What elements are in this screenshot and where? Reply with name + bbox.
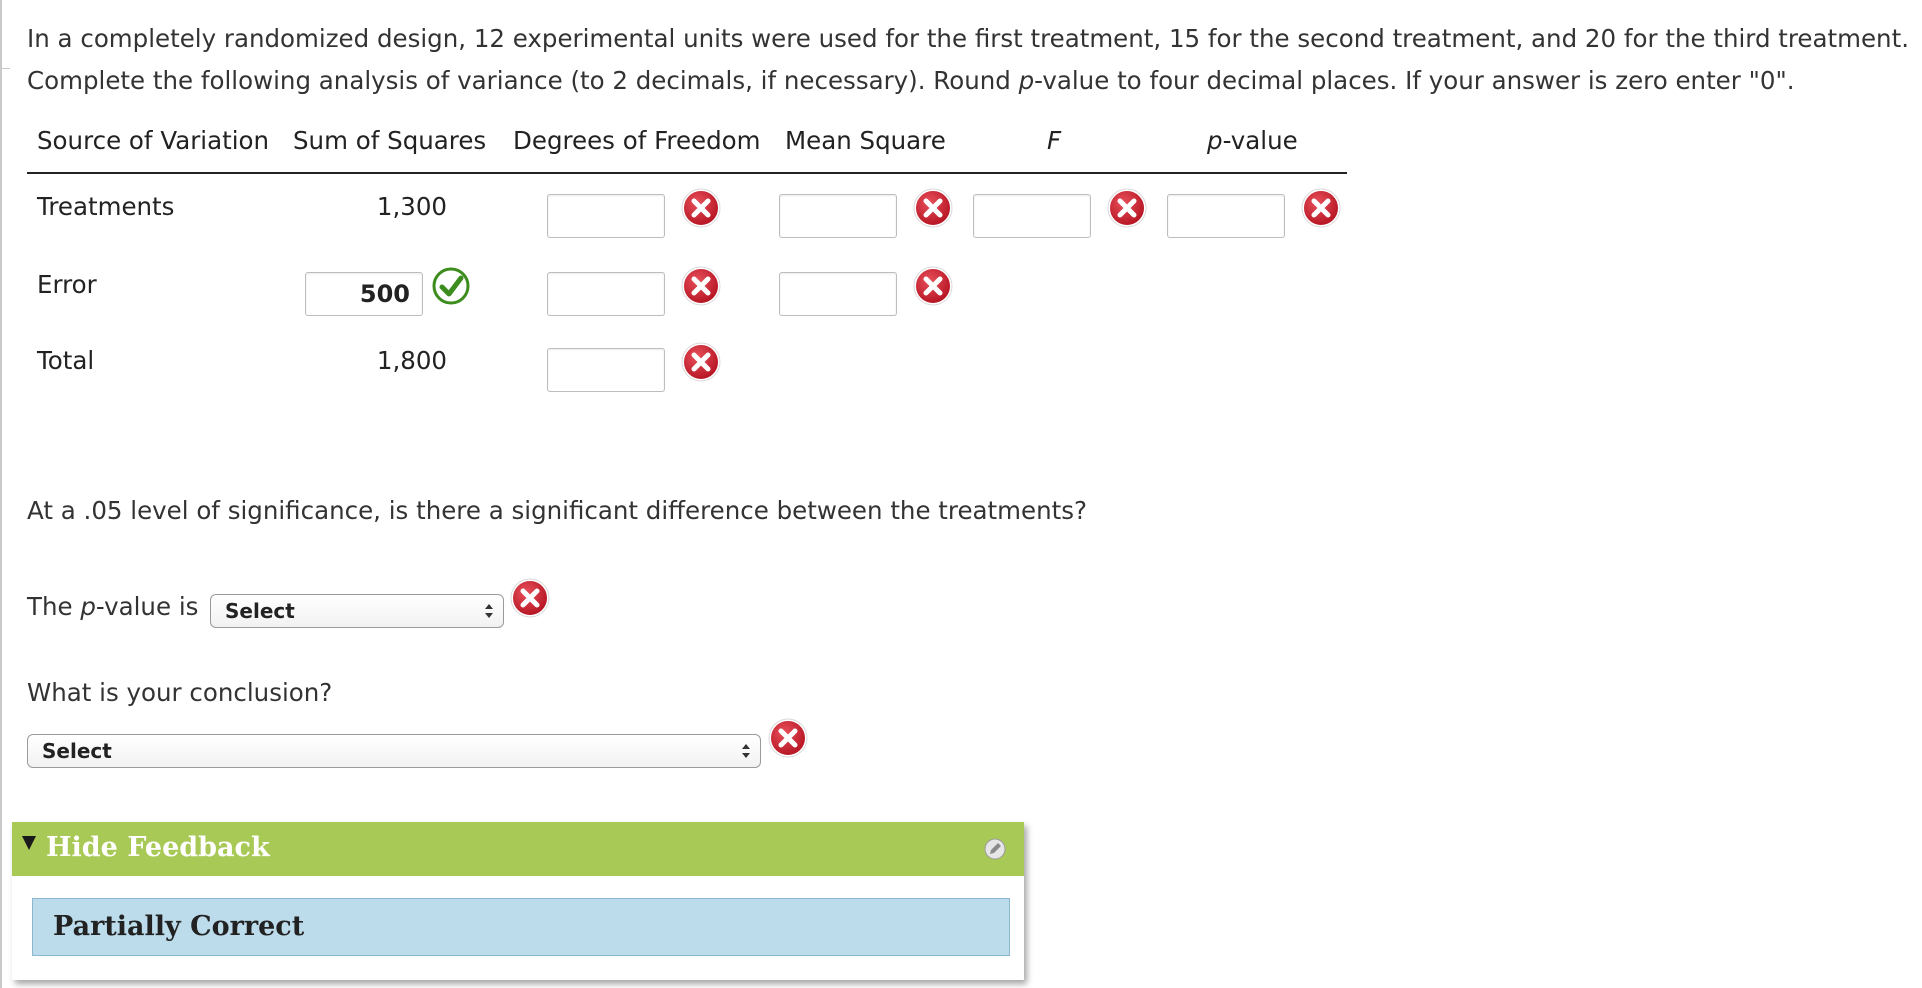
header-source: Source of Variation	[37, 126, 270, 155]
problem-line-2: Complete the following analysis of varia…	[27, 60, 1907, 102]
triangle-down-icon[interactable]	[22, 836, 36, 850]
hide-feedback-toggle[interactable]: Hide Feedback	[46, 832, 270, 863]
close-circle-icon	[913, 266, 953, 306]
row-label-total: Total	[37, 346, 95, 375]
close-circle-icon	[1301, 188, 1341, 228]
select-arrows-icon	[742, 744, 750, 758]
pencil-icon[interactable]	[984, 838, 1006, 860]
p-value-question-post: -value is	[95, 592, 199, 621]
problem-line-2-p: p	[1018, 66, 1035, 95]
p-value-treatments-input[interactable]	[1167, 194, 1285, 238]
header-divider	[27, 172, 1347, 174]
problem-statement: In a completely randomized design, 12 ex…	[27, 18, 1909, 102]
check-circle-icon	[431, 266, 471, 306]
row-label-treatments: Treatments	[37, 192, 175, 221]
ss-total: 1,800	[376, 346, 447, 375]
df-total-input[interactable]	[547, 348, 665, 392]
feedback-panel: Hide Feedback Partially Correct	[12, 822, 1024, 980]
f-treatments-input[interactable]	[973, 194, 1091, 238]
close-circle-icon	[681, 266, 721, 306]
anova-table: Source of Variation Sum of Squares Degre…	[27, 120, 1347, 420]
ss-treatments: 1,300	[376, 192, 447, 221]
ms-error-input[interactable]	[779, 272, 897, 316]
close-circle-icon	[913, 188, 953, 228]
problem-line-1: In a completely randomized design, 12 ex…	[27, 24, 1909, 53]
header-f: F	[1047, 126, 1062, 155]
df-error-input[interactable]	[547, 272, 665, 316]
feedback-header[interactable]: Hide Feedback	[12, 822, 1024, 876]
ms-treatments-input[interactable]	[779, 194, 897, 238]
header-sum-of-squares: Sum of Squares	[293, 126, 487, 155]
feedback-status: Partially Correct	[53, 911, 305, 942]
row-label-error: Error	[37, 270, 97, 299]
close-circle-icon	[1107, 188, 1147, 228]
header-degrees-of-freedom: Degrees of Freedom	[513, 126, 761, 155]
significance-question: At a .05 level of significance, is there…	[27, 496, 1087, 525]
ss-error-input[interactable]	[305, 272, 423, 316]
p-value-question-pre: The	[27, 592, 81, 621]
close-circle-icon	[768, 718, 808, 758]
select-arrows-icon	[485, 604, 493, 618]
p-value-question: The p-value is	[27, 592, 198, 632]
close-circle-icon	[510, 578, 550, 618]
p-value-select-label: Select	[225, 599, 295, 623]
header-p-rest: -value	[1222, 126, 1298, 155]
conclusion-select-label: Select	[42, 739, 112, 763]
close-circle-icon	[681, 342, 721, 382]
conclusion-question: What is your conclusion?	[27, 678, 333, 707]
close-circle-icon	[681, 188, 721, 228]
p-value-select[interactable]: Select	[210, 594, 504, 628]
frame-divider	[0, 68, 10, 69]
feedback-status-box: Partially Correct	[32, 898, 1010, 956]
header-p-value: p-value	[1207, 126, 1298, 155]
df-treatments-input[interactable]	[547, 194, 665, 238]
conclusion-select[interactable]: Select	[27, 734, 761, 768]
header-p-italic: p	[1207, 126, 1223, 155]
p-value-question-p: p	[80, 592, 96, 621]
problem-line-2-pre: Complete the following analysis of varia…	[27, 66, 1019, 95]
header-mean-square: Mean Square	[785, 126, 946, 155]
problem-line-2-post: -value to four decimal places. If your a…	[1034, 66, 1795, 95]
